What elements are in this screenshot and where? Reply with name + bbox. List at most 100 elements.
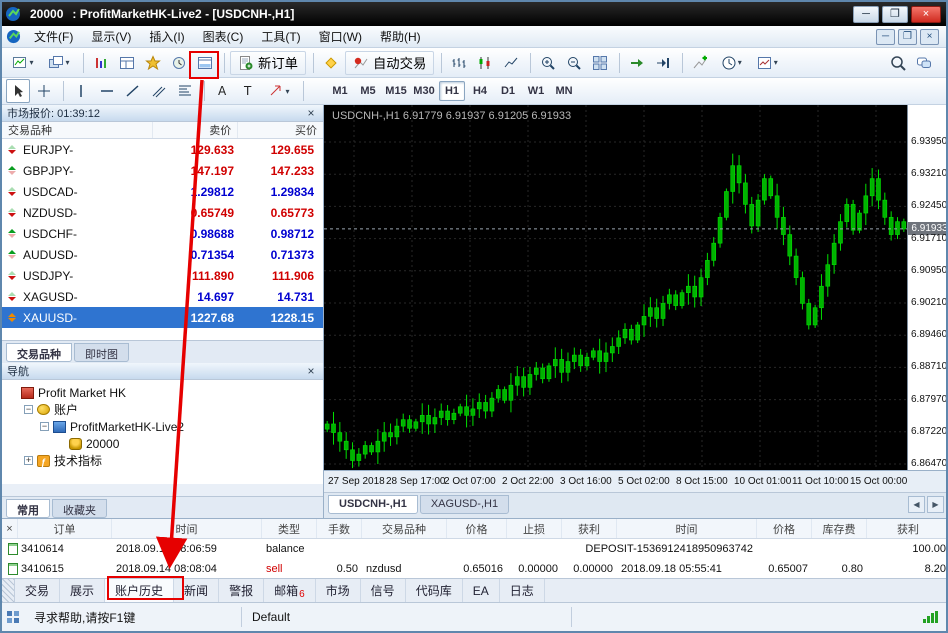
price-chart[interactable] bbox=[324, 105, 907, 470]
scroll-left-button[interactable]: ◀ bbox=[908, 496, 925, 513]
terminal-tab-8[interactable]: 代码库 bbox=[406, 579, 463, 602]
terminal-column-4[interactable]: 交易品种 bbox=[362, 519, 447, 538]
menu-item-2[interactable]: 插入(I) bbox=[140, 26, 193, 47]
market-watch-row[interactable]: AUDUSD-0.713540.71373 bbox=[2, 244, 323, 265]
market-watch-row[interactable]: XAGUSD-14.69714.731 bbox=[2, 286, 323, 307]
trendline-button[interactable] bbox=[121, 79, 145, 103]
vertical-line-button[interactable] bbox=[69, 79, 93, 103]
chart-shift-button[interactable] bbox=[651, 51, 675, 75]
tile-windows-button[interactable] bbox=[588, 51, 612, 75]
market-watch-row[interactable]: NZDUSD-0.657490.65773 bbox=[2, 202, 323, 223]
channel-button[interactable] bbox=[147, 79, 171, 103]
tree-item-coins[interactable]: −账户 bbox=[2, 401, 323, 418]
market-watch-row[interactable]: XAUUSD-1227.681228.15 bbox=[2, 307, 323, 328]
terminal-tab-0[interactable]: 交易 bbox=[15, 579, 60, 602]
chart-tab-usdcnh[interactable]: USDCNH-,H1 bbox=[328, 495, 418, 514]
horizontal-line-button[interactable] bbox=[95, 79, 119, 103]
arrows-shapes-button[interactable]: ▾ bbox=[262, 79, 296, 103]
close-icon[interactable]: × bbox=[304, 107, 318, 119]
templates-button[interactable]: ▾ bbox=[750, 51, 784, 75]
menu-item-1[interactable]: 显示(V) bbox=[82, 26, 140, 47]
navigator-button[interactable] bbox=[141, 51, 165, 75]
zoom-in-button[interactable] bbox=[536, 51, 560, 75]
terminal-column-10[interactable]: 库存费 bbox=[812, 519, 867, 538]
terminal-button[interactable] bbox=[193, 51, 217, 75]
scroll-right-button[interactable]: ▶ bbox=[927, 496, 944, 513]
new-chart-button[interactable]: ▾ bbox=[6, 51, 40, 75]
terminal-tab-3[interactable]: 新闻 bbox=[174, 579, 219, 602]
price-axis[interactable]: 6.91933 6.939506.932106.924506.917106.90… bbox=[907, 105, 948, 470]
timeframe-h4[interactable]: H4 bbox=[467, 81, 493, 101]
tree-expander-icon[interactable]: − bbox=[40, 422, 49, 431]
terminal-column-1[interactable]: 时间 bbox=[112, 519, 262, 538]
mdi-close-button[interactable]: × bbox=[920, 29, 939, 45]
terminal-close-button[interactable]: × bbox=[2, 519, 18, 538]
terminal-tab-6[interactable]: 市场 bbox=[316, 579, 361, 602]
close-button[interactable]: × bbox=[911, 6, 941, 23]
bar-chart-button[interactable] bbox=[447, 51, 471, 75]
metaeditor-button[interactable] bbox=[319, 51, 343, 75]
market-watch-row[interactable]: GBPJPY-147.197147.233 bbox=[2, 160, 323, 181]
tab-favorites[interactable]: 收藏夹 bbox=[52, 499, 107, 518]
strategy-tester-button[interactable] bbox=[167, 51, 191, 75]
tab-symbols[interactable]: 交易品种 bbox=[6, 343, 72, 362]
cursor-button[interactable] bbox=[6, 79, 30, 103]
timeframe-w1[interactable]: W1 bbox=[523, 81, 549, 101]
market-watch-row[interactable]: USDCHF-0.986880.98712 bbox=[2, 223, 323, 244]
timeframe-m1[interactable]: M1 bbox=[327, 81, 353, 101]
auto-scroll-button[interactable] bbox=[625, 51, 649, 75]
tab-tick-chart[interactable]: 即时图 bbox=[74, 343, 129, 362]
menu-item-6[interactable]: 帮助(H) bbox=[371, 26, 430, 47]
line-chart-button[interactable] bbox=[499, 51, 523, 75]
terminal-tab-1[interactable]: 展示 bbox=[60, 579, 105, 602]
autotrading-button[interactable]: 自动交易 bbox=[345, 51, 434, 75]
terminal-column-9[interactable]: 价格 bbox=[757, 519, 812, 538]
terminal-tab-5[interactable]: 邮箱6 bbox=[264, 579, 316, 602]
chart-tab-xagusd[interactable]: XAGUSD-,H1 bbox=[420, 495, 509, 514]
connection-status-icon[interactable] bbox=[922, 610, 948, 624]
menu-item-4[interactable]: 工具(T) bbox=[252, 26, 309, 47]
timeframe-m15[interactable]: M15 bbox=[383, 81, 409, 101]
tree-item-fx[interactable]: +ƒ技术指标 bbox=[2, 452, 323, 469]
terminal-column-3[interactable]: 手数 bbox=[317, 519, 362, 538]
profiles-button[interactable]: ▾ bbox=[42, 51, 76, 75]
terminal-tab-4[interactable]: 警报 bbox=[219, 579, 264, 602]
tab-common[interactable]: 常用 bbox=[6, 499, 50, 518]
timeframe-d1[interactable]: D1 bbox=[495, 81, 521, 101]
text-label-button[interactable]: T bbox=[236, 79, 260, 103]
timeframe-h1[interactable]: H1 bbox=[439, 81, 465, 101]
terminal-column-7[interactable]: 获利 bbox=[562, 519, 617, 538]
menu-item-5[interactable]: 窗口(W) bbox=[310, 26, 371, 47]
menu-item-0[interactable]: 文件(F) bbox=[25, 26, 82, 47]
menu-item-3[interactable]: 图表(C) bbox=[194, 26, 253, 47]
terminal-tab-2[interactable]: 账户历史 bbox=[105, 579, 174, 602]
terminal-column-11[interactable]: 获利 bbox=[867, 519, 948, 538]
status-profile[interactable]: Default bbox=[242, 607, 572, 627]
terminal-row[interactable]: 34106142018.09.14 08:06:59balanceDEPOSIT… bbox=[2, 539, 948, 559]
minimize-button[interactable]: ─ bbox=[853, 6, 879, 23]
fibonacci-button[interactable] bbox=[173, 79, 197, 103]
time-axis[interactable]: 27 Sep 201828 Sep 17:002 Oct 07:002 Oct … bbox=[324, 470, 948, 492]
column-symbol[interactable]: 交易品种 bbox=[2, 122, 152, 138]
tree-item-user[interactable]: 20000 bbox=[2, 435, 323, 452]
chat-button[interactable] bbox=[912, 51, 936, 75]
data-window-button[interactable] bbox=[115, 51, 139, 75]
crosshair-button[interactable] bbox=[32, 79, 56, 103]
search-button[interactable] bbox=[886, 51, 910, 75]
market-watch-row[interactable]: EURJPY-129.633129.655 bbox=[2, 139, 323, 160]
market-watch-row[interactable]: USDCAD-1.298121.29834 bbox=[2, 181, 323, 202]
terminal-column-8[interactable]: 时间 bbox=[617, 519, 757, 538]
column-ask[interactable]: 买价 bbox=[237, 122, 323, 138]
column-bid[interactable]: 卖价 bbox=[152, 122, 238, 138]
close-icon[interactable]: × bbox=[304, 365, 318, 377]
terminal-column-6[interactable]: 止损 bbox=[507, 519, 562, 538]
timeframe-m30[interactable]: M30 bbox=[411, 81, 437, 101]
indicators-button[interactable] bbox=[688, 51, 712, 75]
tree-expander-icon[interactable]: − bbox=[24, 405, 33, 414]
timeframe-m5[interactable]: M5 bbox=[355, 81, 381, 101]
mdi-minimize-button[interactable]: ─ bbox=[876, 29, 895, 45]
restore-button[interactable]: ❐ bbox=[882, 6, 908, 23]
periods-button[interactable]: ▾ bbox=[714, 51, 748, 75]
terminal-column-2[interactable]: 类型 bbox=[262, 519, 317, 538]
terminal-row[interactable]: 34106152018.09.14 08:08:04sell0.50nzdusd… bbox=[2, 559, 948, 579]
